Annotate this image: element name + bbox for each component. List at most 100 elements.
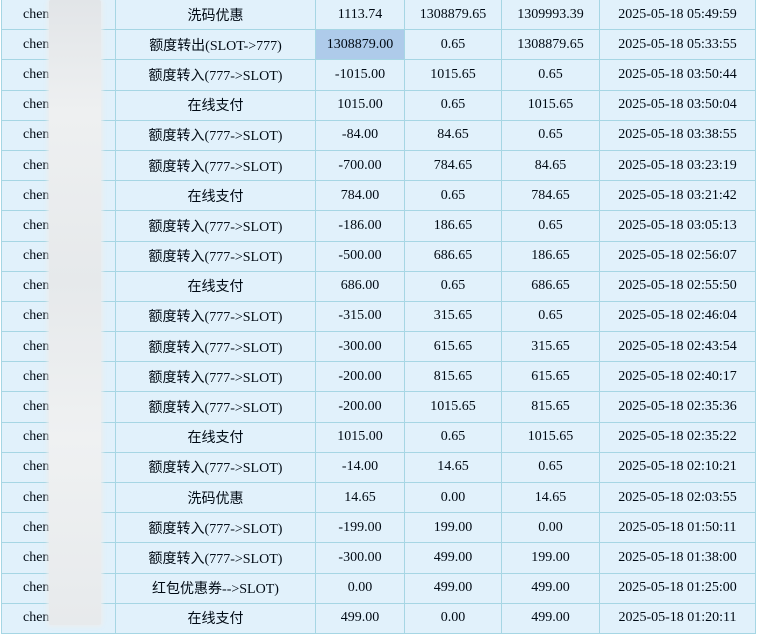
cell-balance-before[interactable]: 1015.65 xyxy=(404,391,502,423)
cell-type[interactable]: 洗码优惠 xyxy=(115,0,316,31)
cell-balance-after[interactable]: 1309993.39 xyxy=(501,0,600,31)
cell-type[interactable]: 额度转入(777->SLOT) xyxy=(115,542,316,574)
table-row[interactable]: chen 额度转入(777->SLOT) -700.00 784.65 84.6… xyxy=(1,149,756,182)
cell-time[interactable]: 2025-05-18 01:20:11 xyxy=(599,602,756,634)
cell-amount[interactable]: 14.65 xyxy=(315,481,405,514)
cell-amount[interactable]: -200.00 xyxy=(315,361,405,393)
cell-time[interactable]: 2025-05-18 02:35:36 xyxy=(599,391,756,423)
cell-time[interactable]: 2025-05-18 03:23:19 xyxy=(599,149,756,182)
table-row[interactable]: chen 洗码优惠 1113.74 1308879.65 1309993.39 … xyxy=(1,0,756,31)
cell-balance-before[interactable]: 686.65 xyxy=(404,240,502,272)
cell-balance-before[interactable]: 315.65 xyxy=(404,300,502,333)
cell-amount[interactable]: 1015.00 xyxy=(315,421,405,453)
cell-amount[interactable]: -300.00 xyxy=(315,331,405,363)
table-row[interactable]: chen 额度转入(777->SLOT) -300.00 499.00 199.… xyxy=(1,542,756,574)
cell-amount[interactable]: 499.00 xyxy=(315,602,405,634)
cell-balance-before[interactable]: 1308879.65 xyxy=(404,0,502,31)
cell-type[interactable]: 额度转入(777->SLOT) xyxy=(115,149,316,182)
cell-type[interactable]: 额度转入(777->SLOT) xyxy=(115,512,316,544)
cell-time[interactable]: 2025-05-18 02:43:54 xyxy=(599,331,756,363)
cell-balance-after[interactable]: 315.65 xyxy=(501,331,600,363)
cell-balance-after[interactable]: 1015.65 xyxy=(501,421,600,453)
cell-amount[interactable]: -1015.00 xyxy=(315,59,405,91)
cell-time[interactable]: 2025-05-18 05:33:55 xyxy=(599,29,756,61)
table-row[interactable]: chen 在线支付 499.00 0.00 499.00 2025-05-18 … xyxy=(1,602,756,634)
cell-type[interactable]: 在线支付 xyxy=(115,270,316,302)
cell-time[interactable]: 2025-05-18 02:35:22 xyxy=(599,421,756,453)
cell-type[interactable]: 额度转入(777->SLOT) xyxy=(115,240,316,272)
cell-balance-before[interactable]: 0.65 xyxy=(404,89,502,121)
cell-type[interactable]: 在线支付 xyxy=(115,421,316,453)
cell-balance-before[interactable]: 815.65 xyxy=(404,361,502,393)
table-row[interactable]: chen 额度转出(SLOT->777) 1308879.00 0.65 130… xyxy=(1,29,756,61)
cell-type[interactable]: 额度转出(SLOT->777) xyxy=(115,29,316,61)
cell-type[interactable]: 额度转入(777->SLOT) xyxy=(115,331,316,363)
cell-amount[interactable]: -700.00 xyxy=(315,149,405,182)
cell-time[interactable]: 2025-05-18 01:25:00 xyxy=(599,572,756,604)
table-row[interactable]: chen 红包优惠券-->SLOT) 0.00 499.00 499.00 20… xyxy=(1,572,756,604)
cell-type[interactable]: 额度转入(777->SLOT) xyxy=(115,361,316,393)
cell-type[interactable]: 额度转入(777->SLOT) xyxy=(115,59,316,91)
cell-balance-before[interactable]: 499.00 xyxy=(404,572,502,604)
cell-balance-after[interactable]: 615.65 xyxy=(501,361,600,393)
table-row[interactable]: chen 额度转入(777->SLOT) -200.00 815.65 615.… xyxy=(1,361,756,393)
table-row[interactable]: chen 额度转入(777->SLOT) -200.00 1015.65 815… xyxy=(1,391,756,423)
cell-amount[interactable]: -200.00 xyxy=(315,391,405,423)
cell-time[interactable]: 2025-05-18 02:55:50 xyxy=(599,270,756,302)
cell-balance-after[interactable]: 186.65 xyxy=(501,240,600,272)
cell-balance-after[interactable]: 499.00 xyxy=(501,602,600,634)
cell-time[interactable]: 2025-05-18 02:03:55 xyxy=(599,481,756,514)
cell-balance-before[interactable]: 0.65 xyxy=(404,421,502,453)
table-row[interactable]: chen 额度转入(777->SLOT) -300.00 615.65 315.… xyxy=(1,331,756,363)
cell-amount[interactable]: -186.00 xyxy=(315,210,405,242)
cell-balance-after[interactable]: 14.65 xyxy=(501,481,600,514)
table-row[interactable]: chen 在线支付 1015.00 0.65 1015.65 2025-05-1… xyxy=(1,421,756,453)
table-row[interactable]: chen 额度转入(777->SLOT) -84.00 84.65 0.65 2… xyxy=(1,119,756,151)
cell-time[interactable]: 2025-05-18 01:38:00 xyxy=(599,542,756,574)
table-row[interactable]: chen 在线支付 784.00 0.65 784.65 2025-05-18 … xyxy=(1,180,756,212)
cell-balance-after[interactable]: 815.65 xyxy=(501,391,600,423)
cell-balance-before[interactable]: 84.65 xyxy=(404,119,502,151)
cell-balance-before[interactable]: 499.00 xyxy=(404,542,502,574)
cell-time[interactable]: 2025-05-18 03:50:44 xyxy=(599,59,756,91)
cell-balance-after[interactable]: 0.65 xyxy=(501,119,600,151)
cell-time[interactable]: 2025-05-18 03:38:55 xyxy=(599,119,756,151)
cell-balance-after[interactable]: 199.00 xyxy=(501,542,600,574)
cell-balance-before[interactable]: 0.65 xyxy=(404,180,502,212)
cell-time[interactable]: 2025-05-18 03:05:13 xyxy=(599,210,756,242)
cell-balance-before[interactable]: 784.65 xyxy=(404,149,502,182)
cell-time[interactable]: 2025-05-18 03:21:42 xyxy=(599,180,756,212)
cell-balance-before[interactable]: 14.65 xyxy=(404,451,502,484)
cell-balance-after[interactable]: 784.65 xyxy=(501,180,600,212)
cell-balance-before[interactable]: 0.65 xyxy=(404,270,502,302)
cell-amount[interactable]: 1113.74 xyxy=(315,0,405,31)
cell-type[interactable]: 额度转入(777->SLOT) xyxy=(115,300,316,333)
cell-time[interactable]: 2025-05-18 02:56:07 xyxy=(599,240,756,272)
table-row[interactable]: chen 额度转入(777->SLOT) -199.00 199.00 0.00… xyxy=(1,512,756,544)
cell-type[interactable]: 红包优惠券-->SLOT) xyxy=(115,572,316,604)
cell-balance-after[interactable]: 0.65 xyxy=(501,300,600,333)
cell-balance-after[interactable]: 1015.65 xyxy=(501,89,600,121)
cell-type[interactable]: 额度转入(777->SLOT) xyxy=(115,210,316,242)
cell-time[interactable]: 2025-05-18 02:10:21 xyxy=(599,451,756,484)
cell-balance-after[interactable]: 84.65 xyxy=(501,149,600,182)
cell-amount[interactable]: 1015.00 xyxy=(315,89,405,121)
cell-balance-before[interactable]: 0.00 xyxy=(404,481,502,514)
table-row[interactable]: chen 在线支付 1015.00 0.65 1015.65 2025-05-1… xyxy=(1,89,756,121)
cell-type[interactable]: 额度转入(777->SLOT) xyxy=(115,451,316,484)
cell-time[interactable]: 2025-05-18 05:49:59 xyxy=(599,0,756,31)
cell-amount[interactable]: -199.00 xyxy=(315,512,405,544)
cell-balance-after[interactable]: 0.00 xyxy=(501,512,600,544)
cell-balance-after[interactable]: 0.65 xyxy=(501,210,600,242)
cell-amount[interactable]: -14.00 xyxy=(315,451,405,484)
cell-type[interactable]: 在线支付 xyxy=(115,602,316,634)
cell-balance-before[interactable]: 0.00 xyxy=(404,602,502,634)
cell-balance-after[interactable]: 499.00 xyxy=(501,572,600,604)
cell-amount[interactable]: 0.00 xyxy=(315,572,405,604)
cell-balance-before[interactable]: 199.00 xyxy=(404,512,502,544)
table-row[interactable]: chen 洗码优惠 14.65 0.00 14.65 2025-05-18 02… xyxy=(1,481,756,514)
table-row[interactable]: chen 额度转入(777->SLOT) -186.00 186.65 0.65… xyxy=(1,210,756,242)
cell-balance-after[interactable]: 686.65 xyxy=(501,270,600,302)
table-row[interactable]: chen 额度转入(777->SLOT) -500.00 686.65 186.… xyxy=(1,240,756,272)
cell-balance-before[interactable]: 0.65 xyxy=(404,29,502,61)
